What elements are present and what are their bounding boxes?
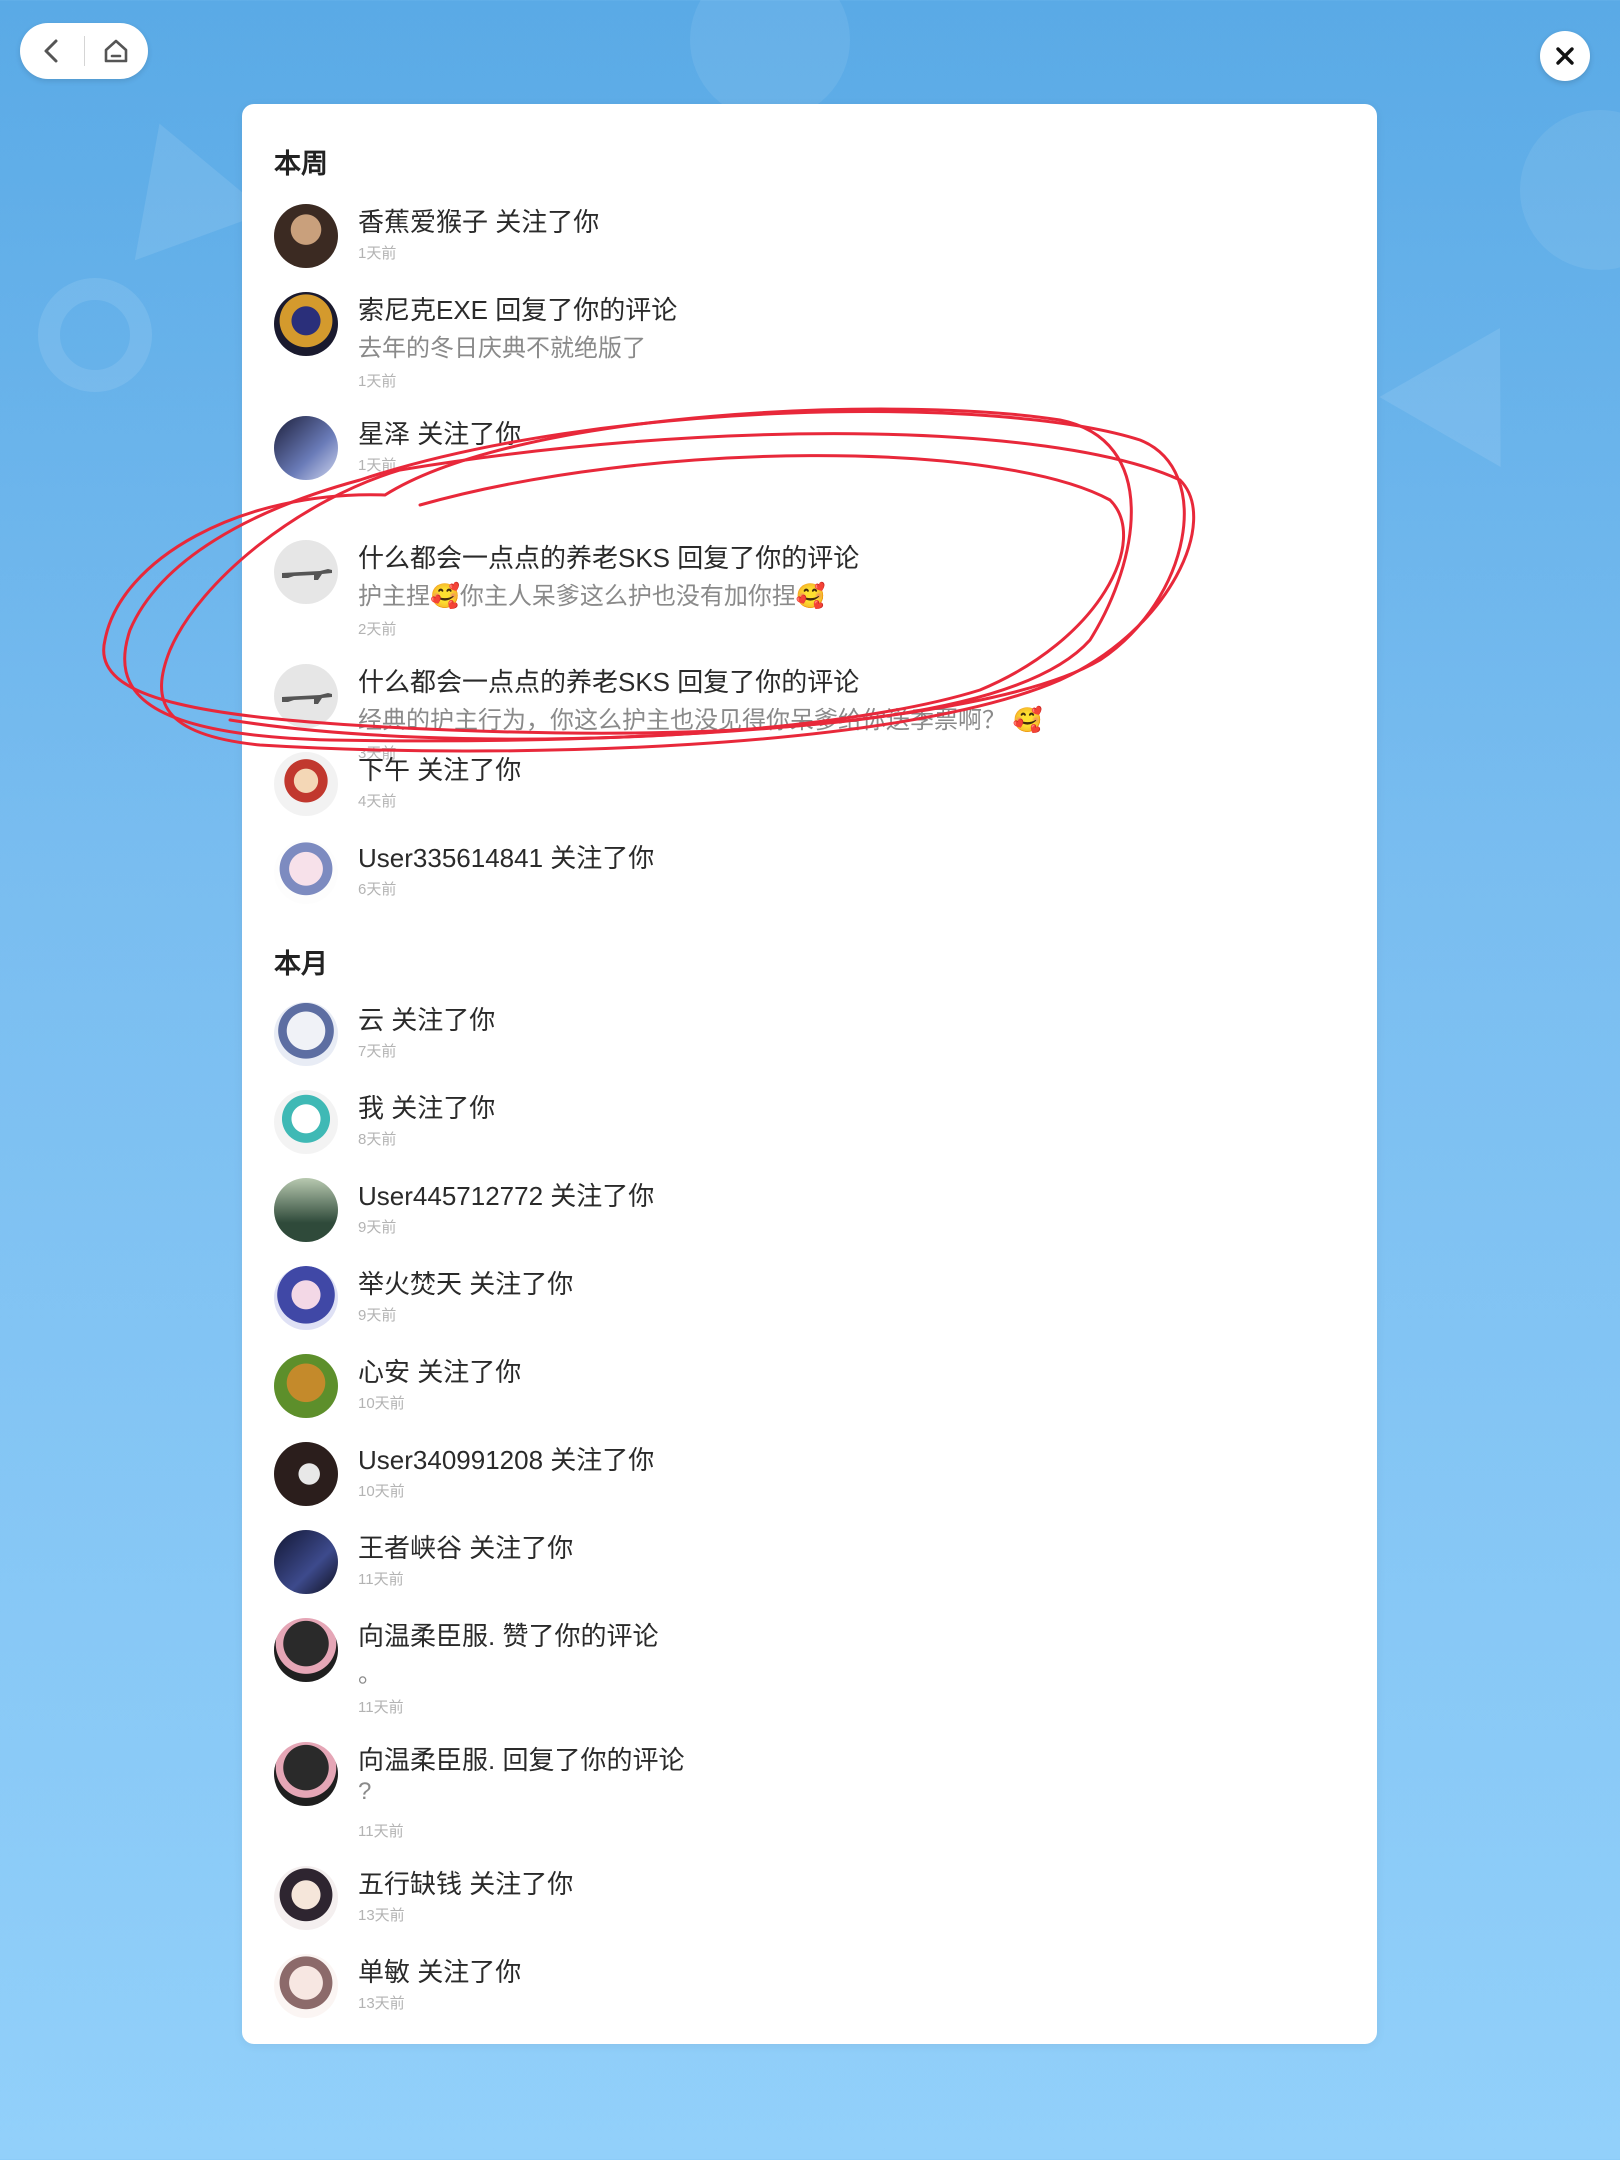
notification-text: User340991208 关注了你 — [358, 1445, 655, 1475]
notification-time: 1天前 — [358, 457, 397, 474]
notification-time: 13天前 — [358, 1907, 405, 1924]
notification-time: 9天前 — [358, 1307, 397, 1324]
notification-time: 9天前 — [358, 1219, 397, 1236]
avatar[interactable] — [274, 1954, 338, 2018]
notification-item[interactable]: 香蕉爱猴子 关注了你 1天前 — [274, 204, 1334, 284]
notification-time: 4天前 — [358, 793, 397, 810]
notification-item[interactable]: 举火焚天 关注了你 9天前 — [274, 1266, 1334, 1346]
notification-time: 8天前 — [358, 1131, 397, 1148]
avatar[interactable] — [274, 1742, 338, 1806]
notification-item[interactable]: 单敏 关注了你 13天前 — [274, 1954, 1334, 2034]
notification-item[interactable]: 五行缺钱 关注了你 13天前 — [274, 1866, 1334, 1946]
notification-item[interactable]: 什么都会一点点的养老SKS 回复了你的评论 护主捏🥰你主人呆爹这么护也没有加你捏🥰… — [274, 540, 1334, 638]
notification-comment: 去年的冬日庆典不就绝版了 — [358, 335, 646, 362]
notification-text: 王者峡谷 关注了你 — [358, 1533, 574, 1563]
notification-item[interactable]: 向温柔臣服. 赞了你的评论。 11天前 — [274, 1618, 1334, 1716]
notification-item[interactable]: 索尼克EXE 回复了你的评论 去年的冬日庆典不就绝版了 1天前 — [274, 292, 1334, 390]
notification-text: 下午 关注了你 — [358, 755, 522, 785]
section-title-this-week: 本周 — [274, 149, 328, 180]
notification-text: 五行缺钱 关注了你 — [358, 1869, 574, 1899]
avatar[interactable] — [274, 292, 338, 356]
notification-time: 1天前 — [358, 373, 397, 390]
notification-text: User445712772 关注了你 — [358, 1181, 655, 1211]
notification-text: 单敏 关注了你 — [358, 1957, 522, 1987]
home-button[interactable] — [85, 23, 149, 79]
notification-item[interactable]: User445712772 关注了你 9天前 — [274, 1178, 1334, 1258]
notification-text: 香蕉爱猴子 关注了你 — [358, 207, 600, 237]
avatar[interactable] — [274, 1442, 338, 1506]
notification-text: 举火焚天 关注了你 — [358, 1269, 574, 1299]
rifle-icon — [282, 569, 332, 580]
notification-text: User335614841 关注了你 — [358, 843, 655, 873]
avatar[interactable] — [274, 416, 338, 480]
notifications-panel: 本周 本月 香蕉爱猴子 关注了你 1天前 索尼克EXE 回复了你的评论 去年的冬日庆典… — [242, 104, 1377, 2044]
background-blob — [690, 0, 850, 120]
avatar[interactable] — [274, 840, 338, 904]
avatar[interactable] — [274, 204, 338, 268]
notification-text: 什么都会一点点的养老SKS 回复了你的评论 — [358, 543, 860, 573]
rifle-icon — [282, 693, 332, 704]
section-title-this-month: 本月 — [274, 949, 328, 980]
notification-item[interactable]: 云 关注了你 7天前 — [274, 1002, 1334, 1082]
notification-time: 13天前 — [358, 1995, 405, 2012]
notification-item[interactable]: 我 关注了你 8天前 — [274, 1090, 1334, 1170]
notification-time: 1天前 — [358, 245, 397, 262]
notification-text: 心安 关注了你 — [358, 1357, 522, 1387]
avatar[interactable] — [274, 1618, 338, 1682]
notification-item[interactable]: 下午 关注了你 4天前 — [274, 752, 1334, 832]
back-button[interactable] — [20, 23, 84, 79]
avatar[interactable] — [274, 1354, 338, 1418]
notification-time: 6天前 — [358, 881, 397, 898]
notification-text: 索尼克EXE 回复了你的评论 — [358, 295, 678, 325]
notification-comment: 。 — [358, 1661, 382, 1688]
notification-text: 向温柔臣服. 赞了你的评论 — [358, 1621, 659, 1651]
close-icon — [1556, 47, 1574, 65]
notification-text: 向温柔臣服. 回复了你的评论 — [358, 1745, 685, 1775]
notification-comment: 护主捏🥰你主人呆爹这么护也没有加你捏🥰 — [358, 583, 826, 610]
avatar[interactable] — [274, 1002, 338, 1066]
notification-item[interactable]: User335614841 关注了你 6天前 — [274, 840, 1334, 920]
notification-item[interactable]: 向温柔臣服. 回复了你的评论? 11天前 — [274, 1742, 1334, 1840]
home-icon — [104, 39, 128, 63]
notification-item[interactable]: 心安 关注了你 10天前 — [274, 1354, 1334, 1434]
notification-text: 什么都会一点点的养老SKS 回复了你的评论 — [358, 667, 860, 697]
notification-comment: 经典的护主行为，你这么护主也没见得你呆爹给你送季票啊？ 🥰 — [358, 707, 1043, 734]
notification-time: 10天前 — [358, 1483, 405, 1500]
notification-item[interactable]: 王者峡谷 关注了你 11天前 — [274, 1530, 1334, 1610]
avatar[interactable] — [274, 1266, 338, 1330]
background-triangle — [93, 99, 267, 261]
background-ring — [38, 278, 152, 392]
notification-item[interactable]: 星泽 关注了你 1天前 — [274, 416, 1334, 496]
avatar[interactable] — [274, 540, 338, 604]
notification-time: 11天前 — [358, 1699, 404, 1716]
avatar[interactable] — [274, 664, 338, 728]
avatar[interactable] — [274, 1178, 338, 1242]
avatar[interactable] — [274, 1530, 338, 1594]
notification-time: 11天前 — [358, 1571, 404, 1588]
notification-item[interactable]: 什么都会一点点的养老SKS 回复了你的评论经典的护主行为，你这么护主也没见得你呆… — [274, 664, 1334, 762]
avatar[interactable] — [274, 1866, 338, 1930]
notification-time: 10天前 — [358, 1395, 405, 1412]
avatar[interactable] — [274, 752, 338, 816]
notification-item[interactable]: User340991208 关注了你 10天前 — [274, 1442, 1334, 1522]
chevron-left-icon — [44, 39, 58, 63]
avatar[interactable] — [274, 1090, 338, 1154]
background-blob — [1520, 110, 1620, 270]
notification-time: 7天前 — [358, 1043, 397, 1060]
notification-time: 11天前 — [358, 1823, 404, 1840]
notification-text: 星泽 关注了你 — [358, 419, 522, 449]
notification-text: 云 关注了你 — [358, 1005, 496, 1035]
close-button[interactable] — [1540, 31, 1590, 81]
nav-pill — [20, 23, 148, 79]
notification-time: 2天前 — [358, 621, 397, 638]
background-triangle — [1379, 293, 1561, 467]
notification-comment: ? — [358, 1778, 372, 1805]
notification-text: 我 关注了你 — [358, 1093, 496, 1123]
